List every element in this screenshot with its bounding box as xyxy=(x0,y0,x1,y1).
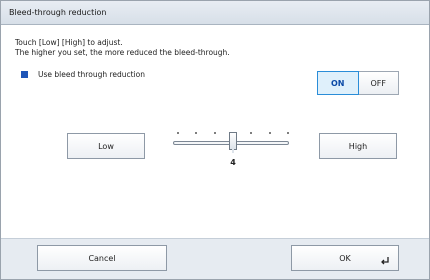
level-value: 4 xyxy=(230,158,236,167)
enter-icon xyxy=(381,257,389,265)
slider-tick xyxy=(287,132,289,134)
checkbox-label: Use bleed through reduction xyxy=(38,70,146,79)
slider-tick xyxy=(177,132,179,134)
on-off-toggle: ON OFF xyxy=(317,71,399,95)
instruction-line-1: Touch [Low] [High] to adjust. xyxy=(15,38,123,47)
instruction-line-2: The higher you set, the more reduced the… xyxy=(15,48,230,57)
instruction-text: Touch [Low] [High] to adjust. The higher… xyxy=(15,38,230,58)
low-button[interactable]: Low xyxy=(67,133,145,159)
slider-tick xyxy=(250,132,253,134)
slider-tick xyxy=(213,132,216,134)
use-bleed-through-checkbox[interactable]: Use bleed through reduction xyxy=(21,70,145,79)
dialog-title: Bleed-through reduction xyxy=(1,1,429,25)
on-button[interactable]: ON xyxy=(317,71,359,95)
high-button[interactable]: High xyxy=(319,133,397,159)
ok-label: OK xyxy=(339,253,351,263)
level-slider[interactable]: 4 xyxy=(169,121,297,171)
slider-tick xyxy=(268,132,271,134)
checkbox-checked-icon xyxy=(21,71,28,78)
ok-button[interactable]: OK xyxy=(291,245,399,271)
off-button[interactable]: OFF xyxy=(358,71,399,95)
dialog-footer: Cancel OK xyxy=(1,238,429,279)
slider-thumb[interactable] xyxy=(229,132,237,153)
slider-tick xyxy=(195,132,198,134)
cancel-button[interactable]: Cancel xyxy=(37,245,167,271)
bleed-through-dialog: Bleed-through reduction Touch [Low] [Hig… xyxy=(0,0,430,280)
